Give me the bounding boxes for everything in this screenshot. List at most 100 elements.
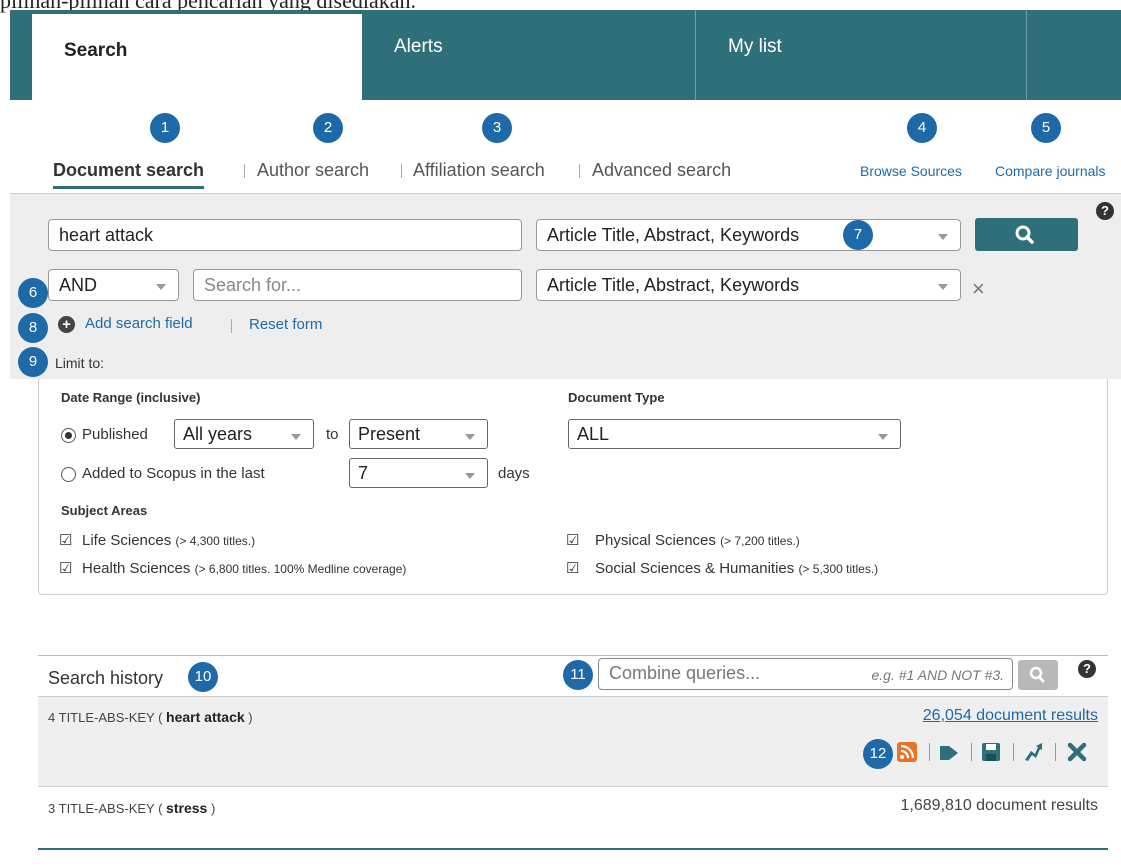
subject-name: Physical Sciences xyxy=(595,532,716,549)
search-field-value: Article Title, Abstract, Keywords xyxy=(547,225,800,245)
search-field-select[interactable]: Article Title, Abstract, Keywords xyxy=(536,219,961,251)
from-year-select[interactable]: All years xyxy=(174,419,314,449)
document-results-link[interactable]: 26,054 document results xyxy=(923,707,1098,725)
combine-example: e.g. #1 AND NOT #3. xyxy=(871,667,1004,683)
search-field-value: Article Title, Abstract, Keywords xyxy=(547,275,800,295)
history-query: 3 TITLE-ABS-KEY ( stress ) xyxy=(48,800,215,816)
author-search-link[interactable]: Author search xyxy=(257,160,369,181)
subject-note: (> 7,200 titles.) xyxy=(720,534,800,548)
search-query-input-2[interactable]: Search for... xyxy=(193,269,522,301)
callout-7: 7 xyxy=(843,220,873,250)
divider xyxy=(971,743,972,761)
document-search-link[interactable]: Document search xyxy=(53,160,205,189)
search-field-select-2[interactable]: Article Title, Abstract, Keywords xyxy=(536,269,961,301)
history-query-prefix: TITLE-ABS-KEY ( xyxy=(58,801,163,816)
document-results-count: 1,689,810 document results xyxy=(900,797,1098,814)
tab-my-list[interactable]: My list xyxy=(696,10,1026,100)
history-query-prefix: TITLE-ABS-KEY ( xyxy=(58,710,163,725)
checkbox-icon[interactable]: ☑ xyxy=(566,533,579,548)
chevron-down-icon xyxy=(938,234,948,240)
callout-9: 9 xyxy=(18,347,48,377)
save-icon[interactable] xyxy=(980,741,1002,763)
subject-name: Social Sciences & Humanities xyxy=(595,560,795,577)
divider xyxy=(38,848,1108,850)
subject-name: Health Sciences xyxy=(82,560,191,577)
combine-queries-input[interactable]: Combine queries... e.g. #1 AND NOT #3. xyxy=(598,658,1013,690)
callout-12: 12 xyxy=(863,739,893,769)
subject-name: Life Sciences xyxy=(82,532,172,549)
search-history: Search history 10 11 Combine queries... … xyxy=(38,655,1108,855)
history-query: 4 TITLE-ABS-KEY ( heart attack ) xyxy=(48,709,253,725)
document-type-select[interactable]: ALL xyxy=(568,419,901,449)
history-query-suffix: ) xyxy=(248,710,253,725)
search-query-input[interactable]: heart attack xyxy=(48,219,522,251)
divider xyxy=(929,743,930,761)
callout-11: 11 xyxy=(563,660,593,690)
chevron-down-icon xyxy=(291,434,301,440)
callout-8: 8 xyxy=(18,313,48,343)
divider xyxy=(244,164,245,178)
to-label: to xyxy=(326,426,339,443)
tag-icon[interactable] xyxy=(938,741,960,763)
operator-select[interactable]: AND xyxy=(48,269,179,301)
history-actions xyxy=(896,741,1098,763)
callout-2: 2 xyxy=(313,113,343,143)
advanced-search-link[interactable]: Advanced search xyxy=(592,160,731,181)
delete-icon[interactable] xyxy=(1066,741,1088,763)
history-query-term: stress xyxy=(166,800,208,816)
share-icon[interactable] xyxy=(1022,741,1044,763)
search-button[interactable] xyxy=(975,218,1078,251)
top-navigation: Search Alerts My list xyxy=(10,10,1121,100)
divider xyxy=(231,319,232,333)
search-history-header: Search history 10 11 Combine queries... … xyxy=(38,655,1108,697)
limit-to-label: Limit to: xyxy=(55,355,105,371)
history-row: 3 TITLE-ABS-KEY ( stress ) 1,689,810 doc… xyxy=(38,787,1108,827)
history-query-suffix: ) xyxy=(210,801,216,816)
divider xyxy=(1013,743,1014,761)
radio-icon[interactable] xyxy=(61,428,76,443)
chevron-down-icon xyxy=(465,434,475,440)
callout-5: 5 xyxy=(1031,113,1061,143)
divider xyxy=(401,164,402,178)
subject-note: (> 4,300 titles.) xyxy=(175,534,256,548)
document-type-label: Document Type xyxy=(568,390,665,405)
history-query-term: heart attack xyxy=(166,709,245,725)
affiliation-search-link[interactable]: Affiliation search xyxy=(413,160,545,181)
subject-physical-sciences: Physical Sciences (> 7,200 titles.) xyxy=(595,532,800,549)
tab-alerts[interactable]: Alerts xyxy=(362,10,695,100)
radio-icon[interactable] xyxy=(61,467,76,482)
tab-search[interactable]: Search xyxy=(32,10,362,100)
divider xyxy=(579,164,580,178)
callout-4: 4 xyxy=(907,113,937,143)
add-search-field-link[interactable]: Add search field xyxy=(85,315,193,332)
callout-6: 6 xyxy=(18,278,48,308)
rss-icon[interactable] xyxy=(896,741,918,763)
chevron-down-icon xyxy=(156,284,166,290)
chevron-down-icon xyxy=(465,473,475,479)
reset-form-link[interactable]: Reset form xyxy=(249,316,322,333)
chevron-down-icon xyxy=(938,284,948,290)
browse-sources-link[interactable]: Browse Sources xyxy=(860,163,962,179)
search-icon xyxy=(1015,225,1034,244)
checkbox-icon[interactable]: ☑ xyxy=(566,561,579,576)
subject-note: (> 5,300 titles.) xyxy=(798,562,879,576)
to-year-value: Present xyxy=(358,424,421,444)
help-icon[interactable]: ? xyxy=(1096,202,1114,220)
help-icon[interactable]: ? xyxy=(1078,660,1096,678)
to-year-select[interactable]: Present xyxy=(349,419,488,449)
plus-circle-icon[interactable]: + xyxy=(58,316,75,333)
callout-3: 3 xyxy=(482,113,512,143)
subject-social-sciences: Social Sciences & Humanities (> 5,300 ti… xyxy=(595,560,878,577)
checkbox-icon[interactable]: ☑ xyxy=(59,561,72,576)
from-year-value: All years xyxy=(183,424,253,444)
checkbox-icon[interactable]: ☑ xyxy=(59,533,72,548)
history-query-number: 4 xyxy=(48,710,56,725)
chevron-down-icon xyxy=(878,434,888,440)
subject-note: (> 6,800 titles. 100% Medline coverage) xyxy=(194,562,407,576)
compare-journals-link[interactable]: Compare journals xyxy=(995,163,1106,179)
subject-health-sciences: Health Sciences (> 6,800 titles. 100% Me… xyxy=(82,560,406,577)
days-select[interactable]: 7 xyxy=(349,458,488,488)
subject-life-sciences: Life Sciences (> 4,300 titles.) xyxy=(82,532,255,549)
close-icon[interactable]: × xyxy=(972,278,985,300)
combine-search-button[interactable] xyxy=(1018,660,1058,690)
